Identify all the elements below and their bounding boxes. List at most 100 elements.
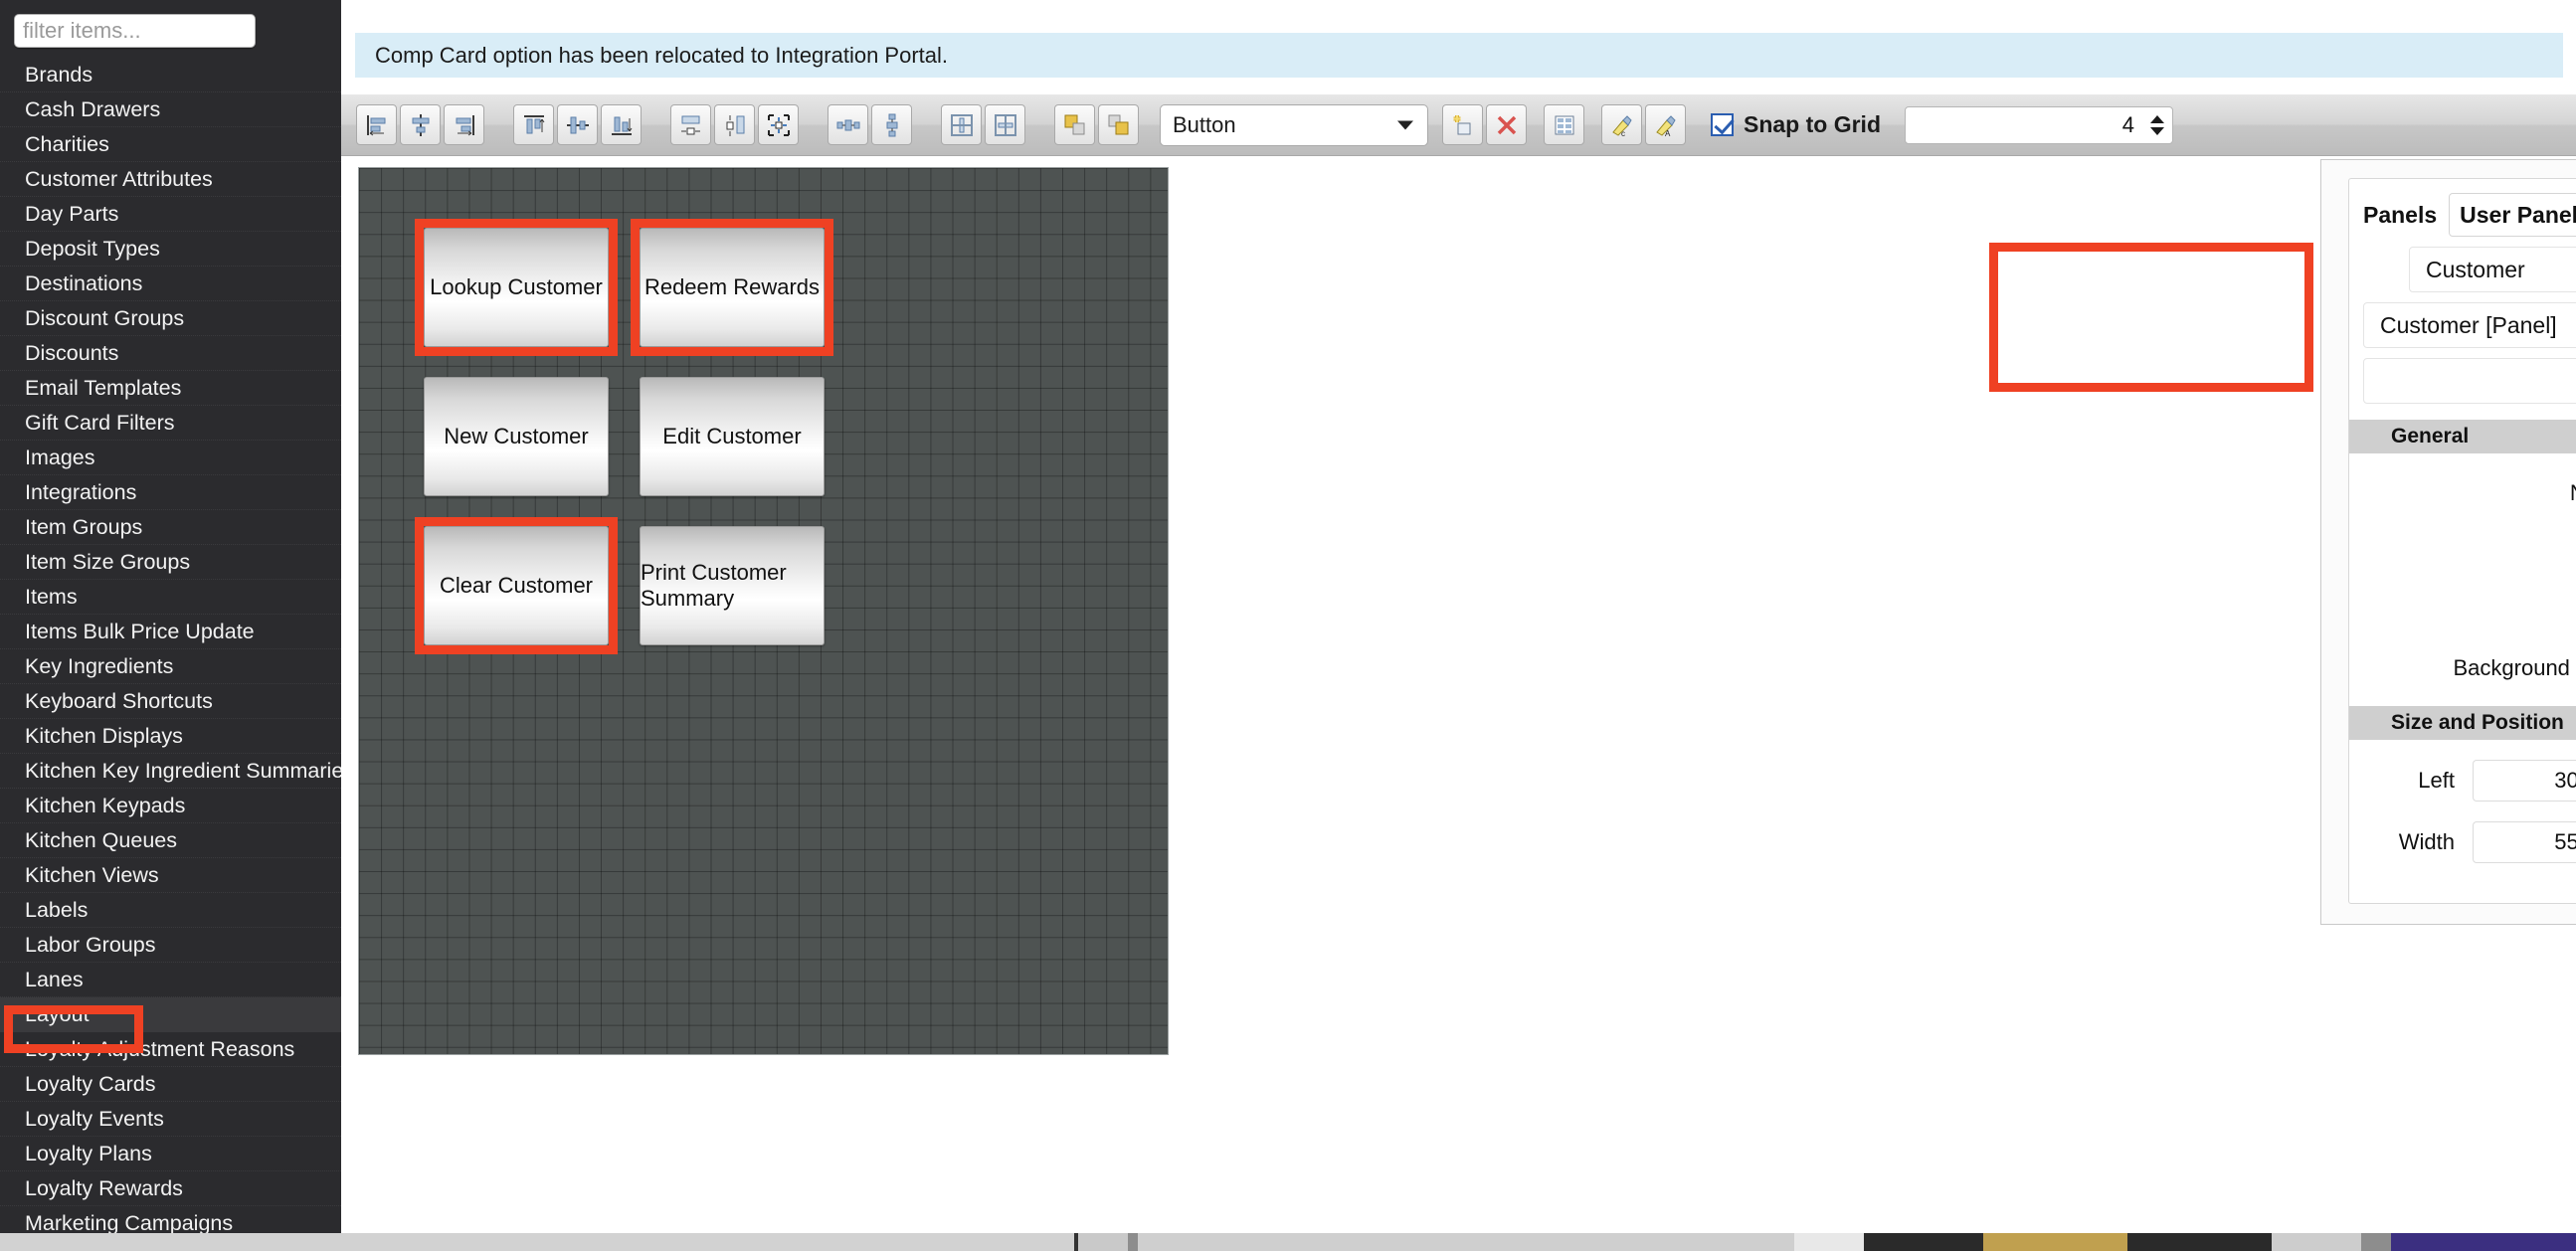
canvas-button-print-customer-summary[interactable]: Print Customer Summary [640, 526, 825, 645]
align-top-icon[interactable] [513, 104, 554, 145]
width-value: 550 [2474, 829, 2576, 855]
id-row: Id 49 [2349, 533, 2576, 577]
sidebar-item-email-templates[interactable]: Email Templates [0, 371, 341, 406]
canvas-button-clear-customer[interactable]: Clear Customer [424, 526, 609, 645]
make-same-height-icon[interactable] [714, 104, 755, 145]
canvas-button-label: Print Customer Summary [641, 560, 824, 612]
sidebar-item-kitchen-key-ingredient-summaries[interactable]: Kitchen Key Ingredient Summaries [0, 754, 341, 789]
grid-size-arrows[interactable] [2150, 115, 2164, 135]
sidebar-item-loyalty-rewards[interactable]: Loyalty Rewards [0, 1171, 341, 1206]
sidebar-item-item-groups[interactable]: Item Groups [0, 510, 341, 545]
sidebar-item-lanes[interactable]: Lanes [0, 963, 341, 997]
sidebar-item-loyalty-adjustment-reasons[interactable]: Loyalty Adjustment Reasons [0, 1032, 341, 1067]
align-middle-vertical-icon[interactable] [557, 104, 598, 145]
sidebar-item-discount-groups[interactable]: Discount Groups [0, 301, 341, 336]
sidebar-item-day-parts[interactable]: Day Parts [0, 197, 341, 232]
bring-to-front-icon[interactable] [1054, 104, 1095, 145]
layout-canvas[interactable]: Lookup Customer Redeem Rewards New Custo… [358, 167, 1169, 1055]
distribute-vertical-icon[interactable] [871, 104, 912, 145]
align-bottom-icon[interactable] [601, 104, 642, 145]
general-section-header: General [2349, 420, 2576, 453]
align-right-icon[interactable] [444, 104, 484, 145]
make-same-size-icon[interactable] [758, 104, 799, 145]
width-stepper[interactable]: 550 [2473, 821, 2576, 863]
sidebar-item-charities[interactable]: Charities [0, 127, 341, 162]
same-size-group [670, 104, 802, 145]
sidebar-item-labels[interactable]: Labels [0, 893, 341, 928]
canvas-button-new-customer[interactable]: New Customer [424, 377, 609, 496]
sidebar-item-integrations[interactable]: Integrations [0, 475, 341, 510]
sidebar-item-kitchen-queues[interactable]: Kitchen Queues [0, 823, 341, 858]
add-control-icon[interactable] [1442, 104, 1483, 145]
sidebar-item-discounts[interactable]: Discounts [0, 336, 341, 371]
center-group [941, 104, 1028, 145]
sidebar-item-kitchen-keypads[interactable]: Kitchen Keypads [0, 789, 341, 823]
sidebar-item-destinations[interactable]: Destinations [0, 267, 341, 301]
canvas-button-lookup-customer[interactable]: Lookup Customer [424, 228, 609, 347]
distribute-group [828, 104, 915, 145]
sidebar-item-loyalty-cards[interactable]: Loyalty Cards [0, 1067, 341, 1102]
align-left-icon[interactable] [356, 104, 397, 145]
stepper-up-icon[interactable] [2150, 115, 2164, 123]
control-type-value: Button [1173, 112, 1236, 138]
left-label: Left [2363, 768, 2473, 794]
sidebar-item-cash-drawers[interactable]: Cash Drawers [0, 92, 341, 127]
sidebar-item-customer-attributes[interactable]: Customer Attributes [0, 162, 341, 197]
sidebar-item-labor-groups[interactable]: Labor Groups [0, 928, 341, 963]
make-same-width-icon[interactable] [670, 104, 711, 145]
control-type-select[interactable]: Button [1160, 104, 1428, 146]
center-vertically-icon[interactable] [985, 104, 1025, 145]
sidebar-item-item-size-groups[interactable]: Item Size Groups [0, 545, 341, 580]
user-panel-chip[interactable]: User Panel [2449, 193, 2576, 237]
sidebar-item-items[interactable]: Items [0, 580, 341, 615]
main-content: Comp Card option has been relocated to I… [341, 0, 2576, 1233]
sidebar-item-key-ingredients[interactable]: Key Ingredients [0, 649, 341, 684]
delete-control-icon[interactable] [1486, 104, 1527, 145]
dock-segment [1138, 1233, 1794, 1251]
align-center-horizontal-icon[interactable] [400, 104, 441, 145]
snap-to-grid-label: Snap to Grid [1744, 111, 1881, 138]
sidebar-item-kitchen-views[interactable]: Kitchen Views [0, 858, 341, 893]
width-label: Width [2363, 829, 2473, 855]
panels-selector-row: Panels User Panel [2349, 179, 2576, 237]
sidebar-item-marketing-campaigns[interactable]: Marketing Campaigns [0, 1206, 341, 1233]
dock-segment [1794, 1233, 1864, 1251]
stepper-down-icon[interactable] [2150, 127, 2164, 135]
sidebar-item-loyalty-events[interactable]: Loyalty Events [0, 1102, 341, 1137]
app-root: BrandsCash DrawersCharitiesCustomer Attr… [0, 0, 2576, 1251]
send-to-back-icon[interactable] [1098, 104, 1139, 145]
width-height-row: Width 550 Height [2349, 821, 2576, 863]
snap-to-grid-control: Snap to Grid [1711, 111, 1881, 138]
snap-to-grid-checkbox[interactable] [1711, 113, 1734, 136]
left-stepper[interactable]: 300 [2473, 760, 2576, 802]
tree-item-customer[interactable]: Customer [2409, 247, 2576, 292]
sidebar-item-gift-card-filters[interactable]: Gift Card Filters [0, 406, 341, 441]
paint-copy-icon[interactable]: c [1601, 104, 1642, 145]
distribute-horizontal-icon[interactable] [828, 104, 868, 145]
sidebar-item-brands[interactable]: Brands [0, 58, 341, 92]
filter-container [0, 0, 341, 58]
tree-item-empty[interactable] [2363, 358, 2576, 404]
sidebar-item-loyalty-plans[interactable]: Loyalty Plans [0, 1137, 341, 1171]
sidebar-item-keyboard-shortcuts[interactable]: Keyboard Shortcuts [0, 684, 341, 719]
tree-item-customer-panel[interactable]: Customer [Panel] [2363, 302, 2576, 348]
panels-label: Panels [2363, 202, 2437, 229]
canvas-button-redeem-rewards[interactable]: Redeem Rewards [640, 228, 825, 347]
sidebar-item-deposit-types[interactable]: Deposit Types [0, 232, 341, 267]
filter-input[interactable] [14, 14, 256, 48]
canvas-button-label: New Customer [444, 424, 588, 449]
grid-size-stepper[interactable]: 4 [1905, 106, 2173, 144]
svg-text:A: A [1665, 129, 1671, 138]
dock-segment [1983, 1233, 2127, 1251]
grid-view-icon[interactable] [1544, 104, 1584, 145]
id-label: Id [2363, 542, 2576, 568]
sidebar-item-items-bulk-price-update[interactable]: Items Bulk Price Update [0, 615, 341, 649]
background-color-row: Background Color rgba(0, 0, 0, 1) [2349, 646, 2576, 690]
dock-segment [2272, 1233, 2361, 1251]
canvas-button-edit-customer[interactable]: Edit Customer [640, 377, 825, 496]
sidebar-item-layout[interactable]: Layout [0, 997, 341, 1032]
sidebar-item-images[interactable]: Images [0, 441, 341, 475]
sidebar-item-kitchen-displays[interactable]: Kitchen Displays [0, 719, 341, 754]
paint-apply-icon[interactable]: A [1645, 104, 1686, 145]
center-horizontally-icon[interactable] [941, 104, 982, 145]
